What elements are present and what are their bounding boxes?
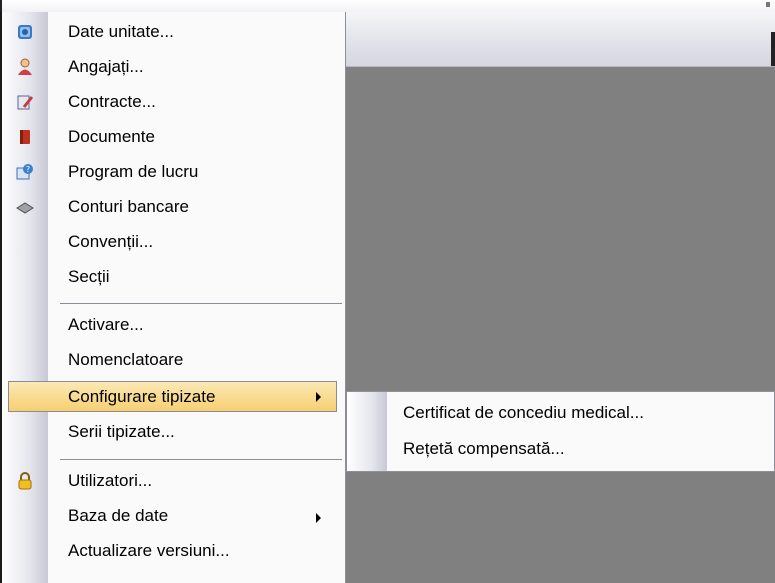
menu-item-label: Secții — [68, 267, 110, 286]
menu-item-utilizatori[interactable]: Utilizatori... — [0, 464, 345, 499]
menu-item-nomenclatoare[interactable]: Nomenclatoare — [0, 343, 345, 378]
menu-item-label: Actualizare versiuni... — [68, 541, 230, 560]
dropdown-menu: Date unitate... Angajați... Contracte...… — [0, 12, 346, 583]
menu-item-configurare-tipizate[interactable]: Configurare tipizate — [8, 381, 337, 412]
menu-separator — [60, 303, 342, 304]
menu-item-label: Activare... — [68, 315, 144, 334]
menu-item-sectii[interactable]: Secții — [0, 260, 345, 295]
menu-item-label: Configurare tipizate — [68, 387, 216, 406]
menu-item-conturi-bancare[interactable]: Conturi bancare — [0, 190, 345, 225]
submenu-item-label: Rețetă compensată... — [403, 439, 565, 458]
menu-item-label: Angajați... — [68, 57, 144, 76]
menu-separator — [60, 459, 342, 460]
submenu-arrow-icon — [316, 392, 321, 402]
menu-item-label: Date unitate... — [68, 22, 174, 41]
menu-item-label: Serii tipizate... — [68, 422, 175, 441]
submenu-configurare-tipizate: Certificat de concediu medical... Rețetă… — [346, 391, 775, 472]
menu-item-documente[interactable]: Documente — [0, 120, 345, 155]
menu-item-label: Conturi bancare — [68, 197, 189, 216]
person-icon — [16, 58, 34, 76]
svg-text:?: ? — [26, 165, 30, 174]
submenu-arrow-icon — [316, 513, 321, 523]
submenu-item-label: Certificat de concediu medical... — [403, 403, 644, 422]
menu-item-activare[interactable]: Activare... — [0, 308, 345, 343]
menu-item-label: Program de lucru — [68, 162, 199, 181]
window-edge — [0, 0, 2, 12]
schedule-help-icon: ? — [16, 163, 34, 181]
menu-item-actualizare-versiuni[interactable]: Actualizare versiuni... — [0, 534, 345, 569]
menu-item-serii-tipizate[interactable]: Serii tipizate... — [0, 415, 345, 450]
lock-icon — [16, 472, 34, 490]
menu-item-label: Utilizatori... — [68, 471, 153, 490]
menu-item-program-de-lucru[interactable]: ? Program de lucru — [0, 155, 345, 190]
menu-item-label: Documente — [68, 127, 155, 146]
document-pen-icon — [16, 93, 34, 111]
menu-item-baza-de-date[interactable]: Baza de date — [0, 499, 345, 534]
menu-item-label: Nomenclatoare — [68, 350, 184, 369]
menu-item-label: Contracte... — [68, 92, 156, 111]
menu-item-label: Convenții... — [68, 232, 154, 251]
menu-item-angajati[interactable]: Angajați... — [0, 50, 345, 85]
book-icon — [16, 128, 34, 146]
submenu-item-reteta-compensata[interactable]: Rețetă compensată... — [347, 432, 775, 466]
window-right-edge — [771, 32, 775, 66]
toolbar-area — [345, 12, 775, 67]
submenu-item-certificat-concediu-medical[interactable]: Certificat de concediu medical... — [347, 396, 775, 430]
menu-item-label: Baza de date — [68, 506, 169, 525]
building-info-icon — [16, 23, 34, 41]
menu-item-contracte[interactable]: Contracte... — [0, 85, 345, 120]
bank-card-icon — [16, 198, 34, 216]
menu-item-date-unitate[interactable]: Date unitate... — [0, 15, 345, 50]
window-edge-mark — [766, 2, 770, 7]
menu-item-conventii[interactable]: Convenții... — [0, 225, 345, 260]
window-top-strip — [0, 0, 775, 12]
